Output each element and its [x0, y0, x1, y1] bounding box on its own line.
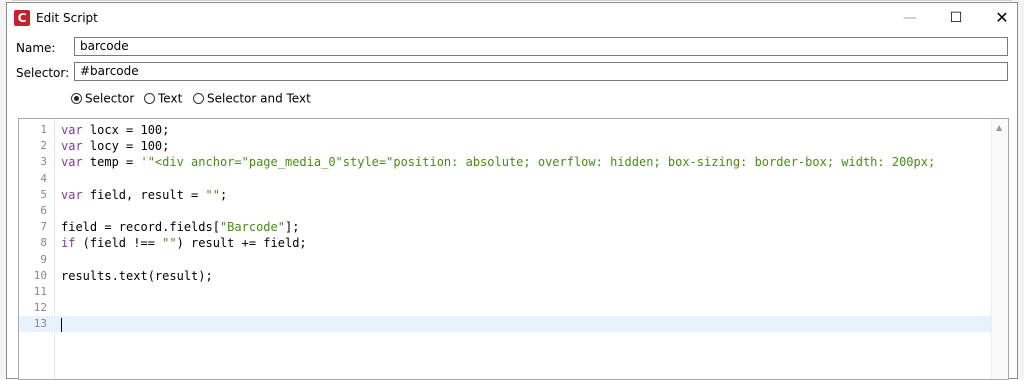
edit-script-dialog: C Edit Script — ☐ ✕ Name: barcode Select… [6, 2, 1018, 380]
line-number: 13 [33, 317, 47, 331]
app-logo-icon: C [14, 10, 30, 26]
name-field[interactable]: barcode [74, 37, 1008, 56]
line-number: 12 [33, 301, 47, 315]
code-text: if (field !== "") result += field; [61, 235, 307, 251]
code-text: results.text(result); [61, 268, 213, 284]
code-token: ]; [284, 220, 300, 235]
radio-selector-and-text[interactable]: Selector and Text [193, 91, 311, 109]
code-text: var locx = 100; [61, 122, 169, 138]
line-number: 7 [40, 220, 47, 234]
radio-selector[interactable]: Selector [71, 91, 134, 109]
line-number: 2 [40, 139, 47, 153]
keyword-token: var [61, 187, 83, 202]
close-icon[interactable]: ✕ [979, 3, 1024, 33]
code-line[interactable]: 9 [19, 252, 1008, 268]
code-token: locy = 100; [82, 139, 170, 154]
radio-selector-and-text-label: Selector and Text [207, 91, 311, 106]
keyword-token: var [61, 155, 83, 170]
code-line[interactable]: 4 [19, 171, 1008, 187]
code-line[interactable]: 6 [19, 203, 1008, 219]
code-line[interactable]: 12 [19, 300, 1008, 316]
radio-selector-label: Selector [85, 91, 135, 106]
script-editor[interactable]: 1 var locx = 100; 2 var locy = 100; 3 var tem… [18, 118, 1009, 380]
line-number: 8 [40, 236, 47, 250]
code-token: field, result = [82, 187, 206, 202]
code-lines: 1 var locx = 100; 2 var locy = 100; 3 var tem… [19, 122, 1008, 333]
line-number: 3 [40, 155, 47, 169]
code-text: var field, result = ""; [61, 187, 227, 203]
code-token: ; [219, 187, 228, 202]
code-token: temp = [82, 155, 141, 170]
string-token: "" [162, 236, 177, 251]
keyword-token: var [61, 123, 83, 137]
radio-text[interactable]: Text [144, 91, 182, 109]
keyword-token: var [61, 139, 83, 154]
line-number: 1 [40, 123, 47, 136]
code-line[interactable]: 1 var locx = 100; [19, 122, 1008, 138]
vertical-scrollbar[interactable]: ▲ [991, 119, 1008, 379]
selector-field[interactable]: #barcode [74, 62, 1008, 81]
code-token: field = record.fields[ [61, 220, 220, 235]
code-text: field = record.fields["Barcode"]; [61, 219, 299, 235]
code-token: (field !== [75, 236, 163, 251]
scroll-up-icon[interactable]: ▲ [996, 123, 1002, 132]
radio-text-label: Text [158, 91, 183, 106]
string-token: "Barcode" [219, 220, 285, 235]
string-token: "" [205, 187, 220, 202]
line-number: 4 [40, 171, 47, 185]
line-number: 11 [33, 284, 47, 298]
window-title: Edit Script [36, 11, 98, 25]
code-token: results.text(result); [61, 268, 213, 283]
name-label: Name: [16, 41, 56, 55]
code-text: var locy = 100; [61, 138, 169, 154]
code-token: locx = 100; [82, 123, 170, 137]
code-line[interactable]: 5 var field, result = ""; [19, 187, 1008, 203]
line-number: 5 [40, 187, 47, 201]
code-text: var temp = '"<div anchor="page_media_0"s… [61, 154, 935, 170]
line-number: 9 [40, 252, 47, 266]
code-line[interactable]: 11 [19, 284, 1008, 300]
background-top-edge [0, 0, 1024, 1]
radio-unselected-icon [193, 93, 204, 104]
code-token: ) result += field; [176, 236, 307, 251]
string-token: '"<div anchor="page_media_0"style="posit… [140, 155, 936, 170]
line-number: 10 [33, 268, 47, 282]
code-line[interactable]: 2 var locy = 100; [19, 138, 1008, 154]
code-line[interactable]: 3 var temp = '"<div anchor="page_media_0"… [19, 154, 1008, 170]
radio-selected-icon [71, 93, 82, 104]
code-text [61, 316, 62, 332]
line-number: 6 [40, 203, 47, 217]
maximize-icon[interactable]: ☐ [933, 3, 979, 33]
radio-unselected-icon [144, 93, 155, 104]
code-line[interactable]: 7 field = record.fields["Barcode"]; [19, 219, 1008, 235]
code-line[interactable]: 8 if (field !== "") result += field; [19, 235, 1008, 251]
title-bar[interactable]: C Edit Script — ☐ ✕ [7, 3, 1017, 33]
keyword-token: if [61, 236, 76, 251]
minimize-icon[interactable]: — [887, 3, 933, 33]
text-cursor [61, 317, 62, 332]
code-line[interactable]: 13 [19, 316, 1008, 333]
selector-label: Selector: [16, 66, 70, 80]
code-line[interactable]: 10 results.text(result); [19, 268, 1008, 284]
